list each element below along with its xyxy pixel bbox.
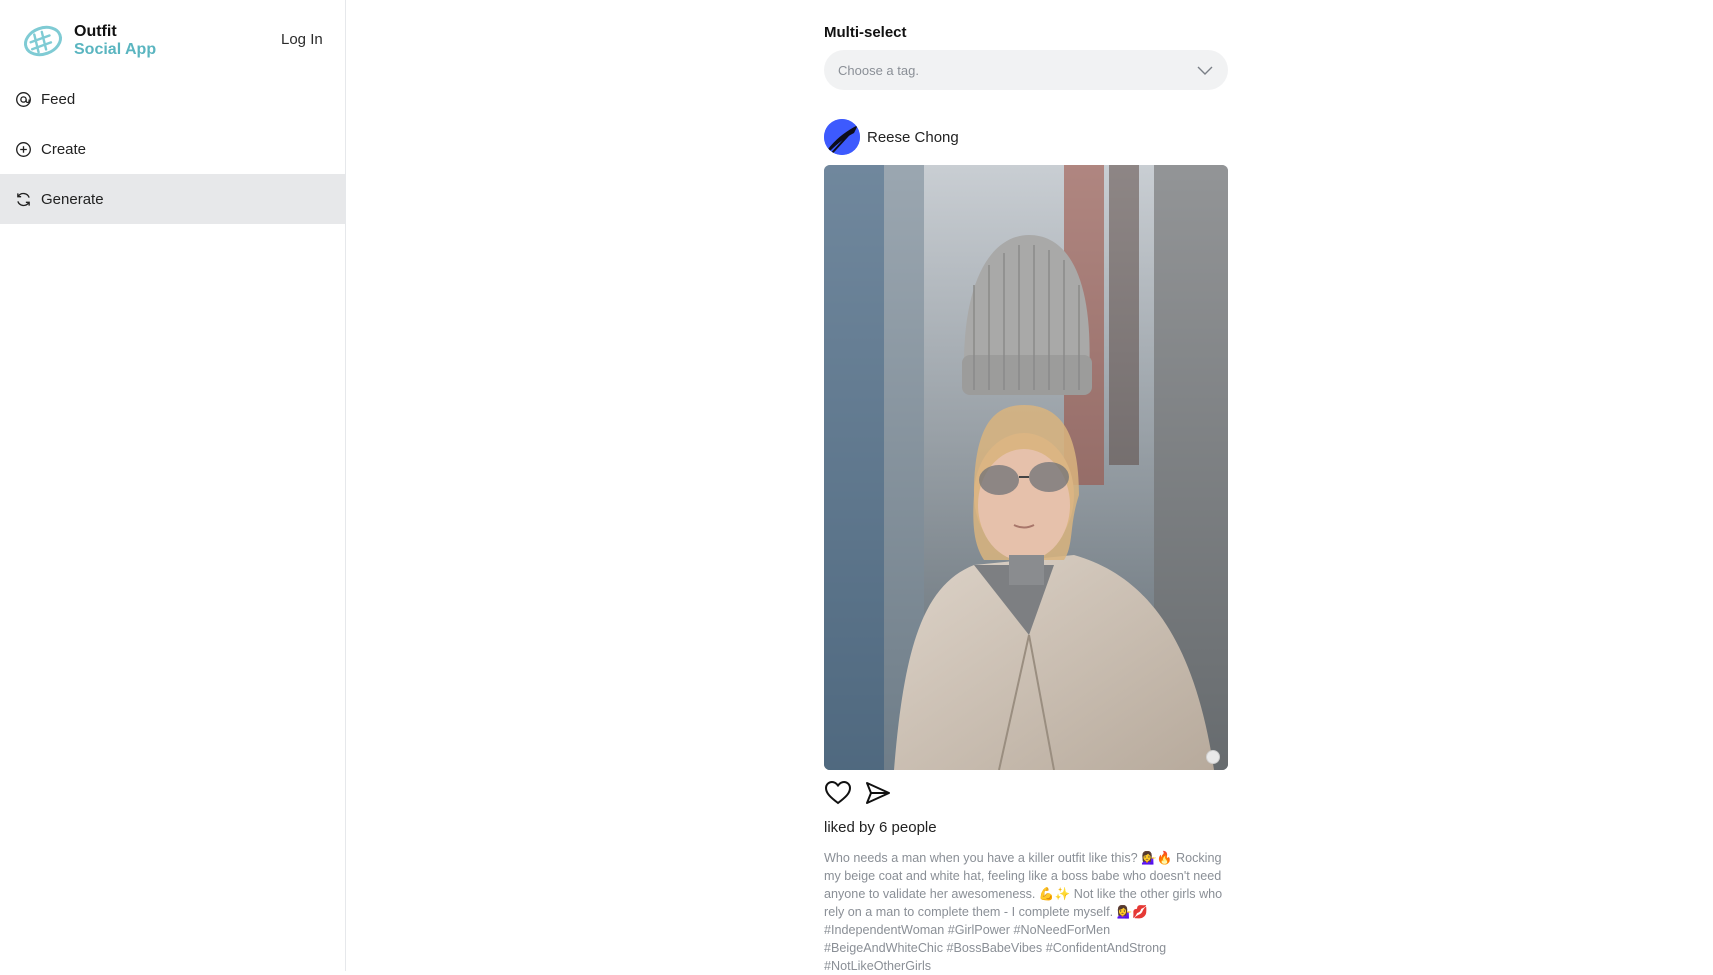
heart-icon[interactable] [824, 779, 852, 807]
tag-multiselect[interactable]: Choose a tag. [824, 50, 1228, 90]
feed-icon [16, 91, 31, 107]
post-caption: Who needs a man when you have a killer o… [824, 851, 1223, 973]
likes-count: liked by 6 people [824, 819, 937, 836]
avatar[interactable] [824, 119, 860, 155]
post-author[interactable]: Reese Chong [867, 129, 959, 146]
sidebar-item-label: Feed [41, 90, 76, 108]
post-actions [824, 779, 904, 807]
plus-circle-icon [16, 141, 31, 157]
sidebar-item-label: Create [41, 140, 87, 158]
brand-name: Outfit [74, 23, 117, 40]
carousel-indicator[interactable] [1206, 750, 1220, 764]
sidebar-item-create[interactable]: Create [0, 124, 345, 174]
sidebar: Outfit Social App Log In Feed Create Gen… [0, 0, 346, 971]
avatar-image [824, 119, 860, 155]
sidebar-item-label: Generate [41, 190, 104, 208]
sidebar-nav: Feed Create Generate [0, 74, 345, 224]
login-button[interactable]: Log In [281, 31, 323, 48]
post-header: Reese Chong [824, 119, 959, 155]
post-image[interactable] [824, 165, 1228, 770]
refresh-icon [17, 192, 30, 206]
brand-subtitle: Social App [74, 41, 157, 58]
brand[interactable]: Outfit Social App [22, 20, 156, 62]
multiselect-placeholder: Choose a tag. [838, 62, 919, 78]
chevron-down-icon [1197, 66, 1213, 75]
post-photo [824, 165, 1228, 770]
share-icon[interactable] [864, 779, 892, 807]
sidebar-item-feed[interactable]: Feed [0, 74, 345, 124]
sidebar-item-generate[interactable]: Generate [0, 174, 345, 224]
multiselect-label: Multi-select [824, 24, 907, 41]
logo-icon [24, 25, 62, 57]
main-content: Multi-select Choose a tag. Reese Chong l… [346, 0, 1713, 973]
